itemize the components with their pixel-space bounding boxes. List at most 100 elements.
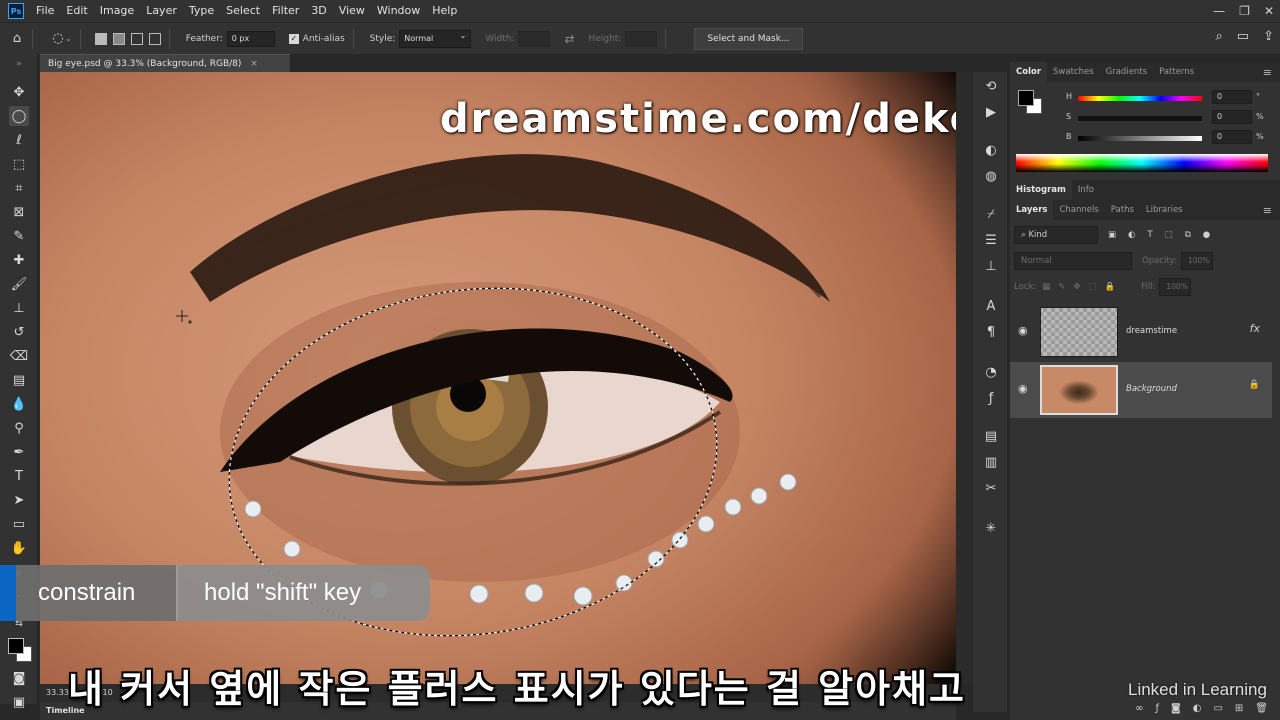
type-tool-icon[interactable]: T (9, 466, 29, 486)
dodge-tool-icon[interactable]: ⚲ (9, 418, 29, 438)
smart-object-filter-icon[interactable]: ⧉ (1185, 230, 1191, 240)
brightness-value[interactable]: 0 (1212, 130, 1252, 144)
panel-menu-icon[interactable]: ≡ (1263, 204, 1272, 217)
frame-tool-icon[interactable]: ⊠ (9, 202, 29, 222)
filter-toggle-icon[interactable]: ● (1203, 230, 1210, 240)
new-adjustment-icon[interactable]: ◐ (1193, 703, 1202, 714)
menu-3d[interactable]: 3D (305, 0, 332, 22)
tab-patterns[interactable]: Patterns (1153, 62, 1200, 82)
saturation-slider[interactable] (1078, 116, 1202, 121)
home-icon[interactable]: ⌂ (10, 31, 24, 46)
antialias-checkbox[interactable]: ✓ (288, 33, 299, 44)
shape-filter-icon[interactable]: ⬚ (1165, 230, 1173, 240)
layer-row-background[interactable]: ◉ Background 🔒 (1010, 362, 1272, 418)
subtract-from-selection-icon[interactable] (130, 32, 143, 45)
lock-transparent-icon[interactable]: ▦ (1042, 282, 1050, 292)
blur-tool-icon[interactable]: 💧 (9, 394, 29, 414)
zoom-level[interactable]: 33.33 (46, 688, 69, 697)
workspace-icon[interactable]: ▭ (1237, 29, 1249, 44)
move-tool-icon[interactable]: ✥ (9, 82, 29, 102)
channels-icon[interactable]: ▤ (981, 426, 1001, 446)
screen-mode-icon[interactable]: ▣ (9, 692, 29, 712)
path-selection-tool-icon[interactable]: ➤ (9, 490, 29, 510)
tab-color[interactable]: Color (1010, 62, 1048, 82)
close-tab-icon[interactable]: × (250, 59, 258, 69)
brush-settings-icon[interactable]: ⌿ (981, 204, 1001, 224)
tab-gradients[interactable]: Gradients (1100, 62, 1153, 82)
tab-paths[interactable]: Paths (1105, 200, 1140, 220)
hue-slider[interactable] (1078, 96, 1202, 101)
lasso-tool-icon[interactable]: ℓ (9, 130, 29, 150)
styles-icon[interactable]: ◍ (981, 166, 1001, 186)
canvas-scrollbar[interactable] (956, 72, 972, 684)
toolbar-collapse-icon[interactable]: » (9, 54, 29, 74)
character-icon[interactable]: A (981, 296, 1001, 316)
lock-pixels-icon[interactable]: ✎ (1058, 282, 1065, 292)
fill-input[interactable]: 100% (1159, 278, 1192, 296)
panel-menu-icon[interactable]: ≡ (1263, 66, 1272, 79)
layer-name[interactable]: Background (1126, 384, 1177, 394)
restore-icon[interactable]: ❐ (1239, 4, 1250, 18)
visibility-eye-icon[interactable]: ◉ (1018, 382, 1028, 395)
menu-select[interactable]: Select (220, 0, 266, 22)
search-icon[interactable]: ⌕ (1216, 29, 1223, 44)
add-style-icon[interactable]: ƒ (1155, 703, 1159, 714)
tab-info[interactable]: Info (1072, 180, 1100, 200)
document-tab[interactable]: Big eye.psd @ 33.3% (Background, RGB/8) … (40, 54, 290, 72)
brush-tool-icon[interactable]: 🖌 (9, 274, 29, 294)
swap-dimensions-icon[interactable]: ⇄ (564, 32, 574, 46)
lock-position-icon[interactable]: ✥ (1073, 282, 1080, 292)
menu-image[interactable]: Image (94, 0, 140, 22)
clone-stamp-tool-icon[interactable]: ⊥ (9, 298, 29, 318)
healing-brush-tool-icon[interactable]: ✚ (9, 250, 29, 270)
lock-artboard-icon[interactable]: ⬚ (1089, 282, 1097, 292)
gradient-tool-icon[interactable]: ▤ (9, 370, 29, 390)
new-layer-icon[interactable]: ⊞ (1235, 703, 1243, 714)
brightness-slider[interactable] (1078, 136, 1202, 141)
select-and-mask-button[interactable]: Select and Mask... (694, 27, 803, 50)
menu-type[interactable]: Type (183, 0, 220, 22)
elliptical-marquee-tool-icon[interactable]: ◯ (9, 106, 29, 126)
pen-tool-icon[interactable]: ✒ (9, 442, 29, 462)
menu-layer[interactable]: Layer (140, 0, 183, 22)
hue-value[interactable]: 0 (1212, 90, 1252, 104)
color-spectrum-ramp[interactable] (1016, 154, 1268, 172)
actions-play-icon[interactable]: ▶ (981, 102, 1001, 122)
menu-file[interactable]: File (30, 0, 60, 22)
visibility-eye-icon[interactable]: ◉ (1018, 324, 1028, 337)
share-icon[interactable]: ⇪ (1263, 29, 1274, 44)
notes-icon[interactable]: ▥ (981, 452, 1001, 472)
menu-filter[interactable]: Filter (266, 0, 305, 22)
kind-filter-select[interactable]: ⌕ Kind (1014, 226, 1098, 244)
tab-histogram[interactable]: Histogram (1010, 180, 1072, 200)
menu-help[interactable]: Help (426, 0, 463, 22)
width-input[interactable] (518, 30, 551, 47)
rectangle-tool-icon[interactable]: ▭ (9, 514, 29, 534)
hand-tool-icon[interactable]: ✋ (9, 538, 29, 558)
3d-icon[interactable]: ◔ (981, 362, 1001, 382)
glyphs-icon[interactable]: ✳ (981, 518, 1001, 538)
chevron-down-icon[interactable]: ⌄ (65, 34, 72, 43)
type-filter-icon[interactable]: T (1147, 230, 1152, 240)
saturation-value[interactable]: 0 (1212, 110, 1252, 124)
crop-tool-icon[interactable]: ⌗ (9, 178, 29, 198)
history-brush-tool-icon[interactable]: ↺ (9, 322, 29, 342)
add-to-selection-icon[interactable] (112, 32, 125, 45)
fx-icon[interactable]: ƒ (981, 388, 1001, 408)
add-mask-icon[interactable]: ◙ (1171, 703, 1181, 714)
lock-all-icon[interactable]: 🔒 (1105, 282, 1116, 292)
layer-effects-icon[interactable]: fx (1250, 322, 1260, 335)
delete-layer-icon[interactable]: 🗑 (1255, 703, 1268, 714)
quick-mask-icon[interactable]: ◙ (9, 668, 29, 688)
history-icon[interactable]: ⟲ (981, 76, 1001, 96)
elliptical-marquee-preset-icon[interactable]: ◌ (51, 31, 65, 46)
blend-mode-select[interactable]: Normal (1014, 252, 1132, 270)
menu-edit[interactable]: Edit (60, 0, 93, 22)
layer-row-dreamstime[interactable]: ◉ dreamstime fx (1010, 304, 1272, 360)
tab-channels[interactable]: Channels (1053, 200, 1104, 220)
paragraph-icon[interactable]: ¶ (981, 322, 1001, 342)
object-selection-tool-icon[interactable]: ⬚ (9, 154, 29, 174)
feather-input[interactable]: 0 px (226, 30, 275, 47)
tools-icon[interactable]: ✂ (981, 478, 1001, 498)
clone-source-icon[interactable]: ⊥ (981, 256, 1001, 276)
